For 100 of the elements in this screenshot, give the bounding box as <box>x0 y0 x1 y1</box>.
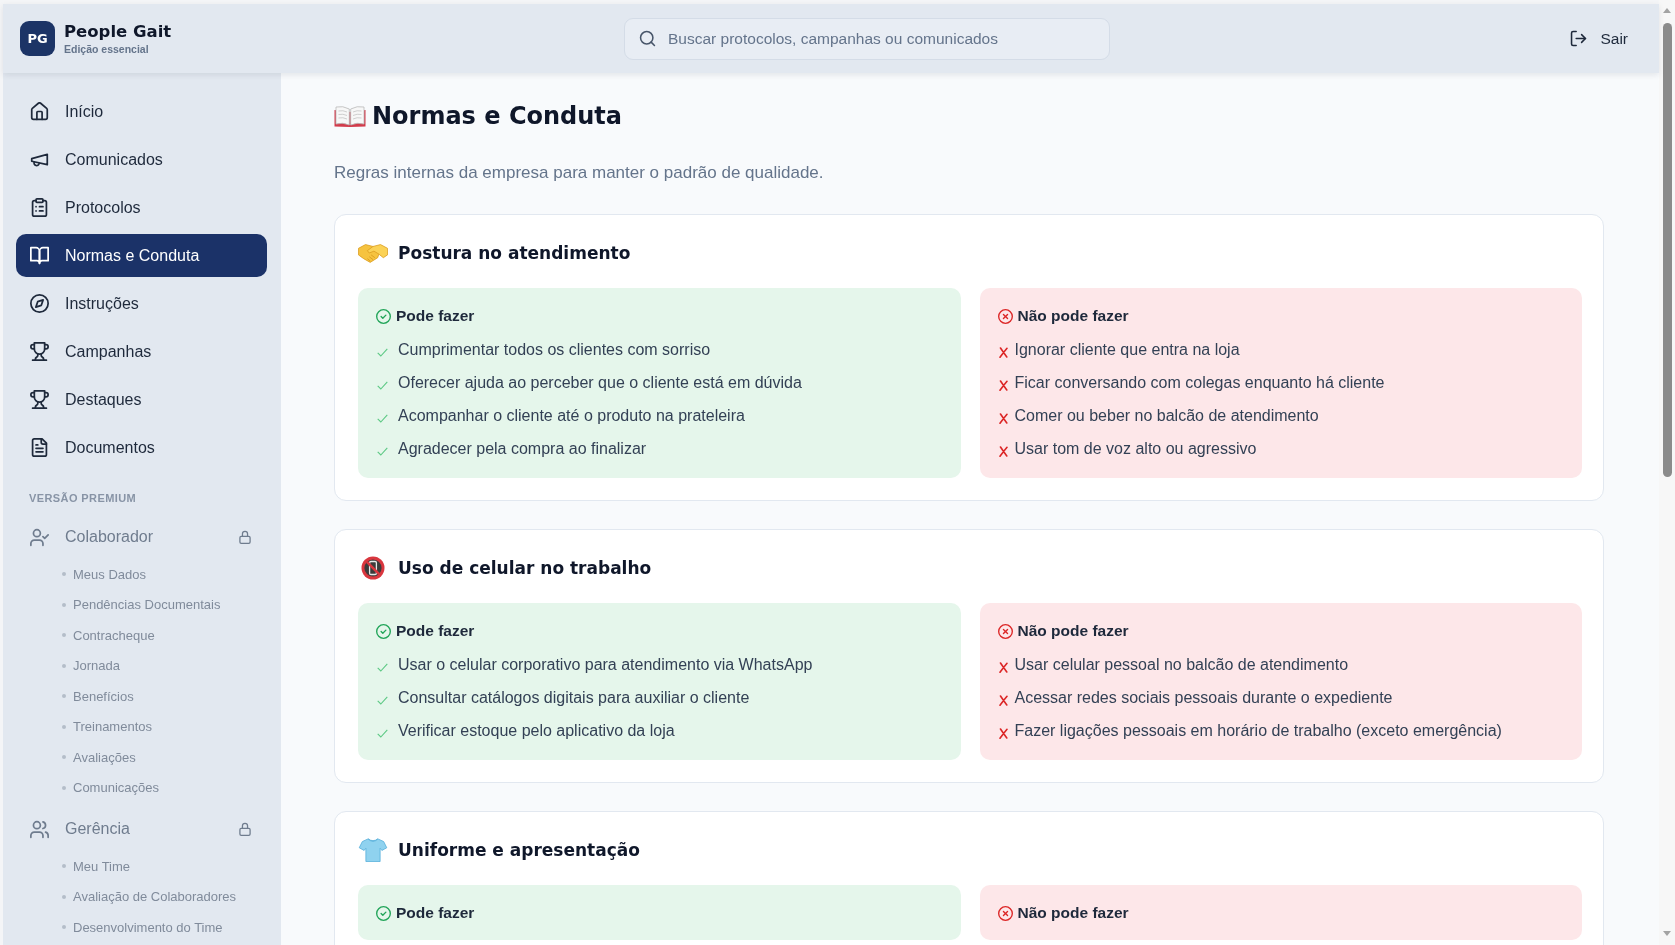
check-icon <box>377 447 388 456</box>
bullet-icon <box>62 724 66 729</box>
open-book-icon <box>334 105 366 127</box>
rule-text: Cumprimentar todos os clientes com sorriso <box>398 341 711 359</box>
bullet-icon <box>62 785 66 790</box>
cross-icon <box>998 347 1008 358</box>
scrollbar-thumb[interactable] <box>1662 23 1672 477</box>
submenu-item[interactable]: Treinamentos <box>73 719 152 735</box>
rule-text: Usar celular pessoal no balcão de atendimento <box>1014 656 1349 674</box>
submenu-item[interactable]: Pendências Documentais <box>73 597 221 613</box>
rule-text: Agradecer pela compra ao finalizar <box>398 440 647 458</box>
search-icon <box>639 29 656 47</box>
check-icon <box>377 348 388 357</box>
check-icon <box>377 696 388 705</box>
document-icon <box>30 438 49 457</box>
submenu-item[interactable]: Meus Dados <box>73 566 146 582</box>
bullet-icon <box>62 694 66 699</box>
house-icon <box>30 102 49 121</box>
scroll-up-icon[interactable] <box>1663 8 1671 13</box>
search-field[interactable]: Buscar protocolos, campanhas ou comunicados <box>624 17 1110 60</box>
compass-icon <box>30 294 49 313</box>
check-icon <box>377 663 388 672</box>
check-icon <box>377 414 388 423</box>
lock-icon <box>238 822 252 836</box>
cross-icon <box>998 662 1008 673</box>
rule-text: Consultar catálogos digitais para auxiliar o cliente <box>398 689 750 707</box>
submenu-item[interactable]: Contracheque <box>73 627 155 643</box>
bullet-icon <box>62 602 66 607</box>
bullet-icon <box>62 663 66 668</box>
check-circle-icon <box>376 905 391 921</box>
panel-heading: Não pode fazer <box>1017 904 1129 922</box>
open-book-icon <box>30 246 49 265</box>
edition-label: Edição essencial <box>64 41 150 56</box>
section-title: Uniforme e apresentação <box>398 839 640 862</box>
submenu-item[interactable]: Jornada <box>73 658 120 674</box>
section-title: Uso de celular no trabalho <box>398 557 652 580</box>
submenu-item[interactable]: Benefícios <box>73 688 134 704</box>
page-subtitle: Regras internas da empresa para manter o padrão de qualidade. <box>334 162 825 184</box>
bullet-icon <box>62 755 66 760</box>
panel-heading: Não pode fazer <box>1017 622 1129 640</box>
submenu-item[interactable]: Avaliação de Colaboradores <box>73 889 237 905</box>
x-circle-icon <box>997 905 1013 921</box>
check-icon <box>377 729 388 738</box>
cross-icon <box>998 728 1008 739</box>
section-label: VERSÃO PREMIUM <box>29 491 138 505</box>
cross-icon <box>998 413 1008 424</box>
panel-heading: Não pode fazer <box>1017 307 1129 325</box>
submenu-item[interactable]: Avaliações <box>73 749 136 765</box>
cross-icon <box>998 446 1008 457</box>
nav-item[interactable]: Documentos <box>16 426 267 469</box>
x-circle-icon <box>997 623 1013 639</box>
rule-text: Comer ou beber no balcão de atendimento <box>1014 407 1319 425</box>
submenu-item[interactable]: Comunicações <box>73 780 159 796</box>
clipboard-icon <box>30 198 49 217</box>
app-logo: PG <box>20 21 55 56</box>
rule-text: Oferecer ajuda ao perceber que o cliente está em dúvida <box>398 374 802 392</box>
submenu-item[interactable]: Meu Time <box>73 858 131 874</box>
brand-name: People Gait <box>64 21 172 42</box>
panel-heading: Pode fazer <box>396 904 475 922</box>
check-circle-icon <box>376 623 391 639</box>
megaphone-icon <box>30 150 49 169</box>
nav-group[interactable]: Colaborador <box>16 520 267 554</box>
nav-item[interactable]: Destaques <box>16 378 267 421</box>
x-circle-icon <box>997 308 1013 324</box>
rule-text: Ignorar cliente que entra na loja <box>1014 341 1240 359</box>
logout-button[interactable]: Sair <box>1570 23 1628 54</box>
check-circle-icon <box>376 308 391 324</box>
section-title: Postura no atendimento <box>398 242 631 265</box>
trophy-icon <box>30 390 49 409</box>
rule-text: Acompanhar o cliente até o produto na prateleira <box>398 407 745 425</box>
user-check-icon <box>30 527 49 547</box>
nav-item[interactable]: Protocolos <box>16 186 267 229</box>
check-icon <box>377 381 388 390</box>
bullet-icon <box>62 572 66 577</box>
users-icon <box>30 819 49 839</box>
rule-text: Verificar estoque pelo aplicativo da loja <box>398 722 675 740</box>
bullet-icon <box>62 864 66 869</box>
panel-heading: Pode fazer <box>396 307 475 325</box>
rule-text: Ficar conversando com colegas enquanto há cliente <box>1014 374 1385 392</box>
rule-text: Fazer ligações pessoais em horário de trabalho (exceto emergência) <box>1014 722 1502 740</box>
nav-item[interactable]: Campanhas <box>16 330 267 373</box>
logout-icon <box>1570 30 1588 47</box>
handshake-icon <box>358 241 388 265</box>
cross-icon <box>998 695 1008 706</box>
nav-item[interactable]: Início <box>16 90 267 133</box>
nav-item[interactable]: Instruções <box>16 282 267 325</box>
nav-item[interactable]: Comunicados <box>16 138 267 181</box>
rule-text: Usar tom de voz alto ou agressivo <box>1014 440 1257 458</box>
nav-group[interactable]: Gerência <box>16 812 267 846</box>
nav-item[interactable]: Normas e Conduta <box>16 234 267 277</box>
scroll-down-icon[interactable] <box>1663 931 1671 936</box>
page-title: Normas e Conduta <box>372 101 622 132</box>
lock-icon <box>238 530 252 544</box>
bullet-icon <box>62 925 66 930</box>
submenu-item[interactable]: Desenvolvimento do Time <box>73 919 223 935</box>
rule-text: Acessar redes sociais pessoais durante o expediente <box>1014 689 1393 707</box>
bullet-icon <box>62 894 66 899</box>
trophy-icon <box>30 342 49 361</box>
cross-icon <box>998 380 1008 391</box>
bullet-icon <box>62 633 66 638</box>
